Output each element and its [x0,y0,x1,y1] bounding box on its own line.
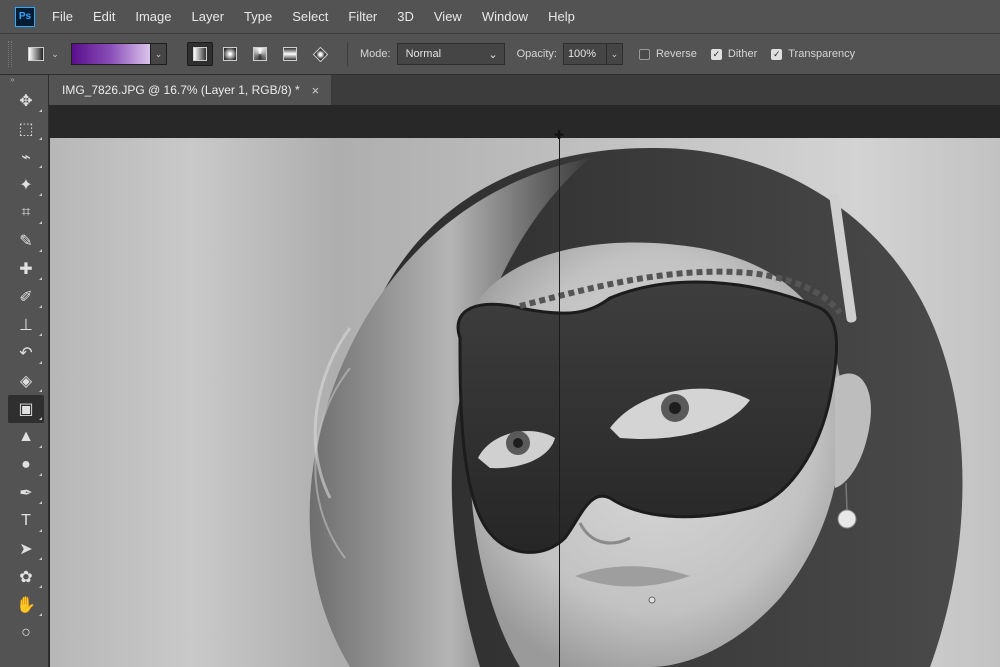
blend-mode-value: Normal [405,48,442,60]
menu-layer[interactable]: Layer [192,9,225,24]
hand-tool-icon: ✋ [16,597,36,614]
marquee-tool-icon: ⬚ [18,121,34,138]
photoshop-logo-icon: Ps [15,6,35,27]
reflected-gradient-button[interactable] [277,42,303,66]
menu-image[interactable]: Image [135,9,171,24]
shape-tool-icon: ✿ [19,569,33,586]
brush-tool-icon: ✐ [19,289,33,306]
blur-tool[interactable]: ▲ [8,423,44,451]
menu-view[interactable]: View [434,9,462,24]
reflected-gradient-icon [283,47,297,61]
collapse-panel-icon[interactable]: » [0,75,48,87]
radial-gradient-icon [223,47,237,61]
crop-tool[interactable]: ⌗ [8,199,44,227]
menu-select[interactable]: Select [292,9,328,24]
menu-filter[interactable]: Filter [348,9,377,24]
guide-line[interactable] [559,133,560,667]
chevron-down-icon: ⌄ [488,48,498,61]
mode-label: Mode: [360,48,391,60]
diamond-gradient-button[interactable] [307,42,333,66]
transparency-checkbox-box[interactable]: ✓ [771,48,783,60]
gradient-editor-swatch[interactable] [71,43,151,65]
blur-tool-icon: ▲ [18,428,34,445]
menu-type[interactable]: Type [244,9,272,24]
zoom-tool[interactable]: ○ [8,619,44,647]
hand-tool[interactable]: ✋ [8,591,44,619]
type-tool-icon: T [21,512,31,529]
dither-checkbox[interactable]: ✓ Dither [710,48,758,60]
close-icon[interactable]: × [312,83,320,98]
gradient-preset-icon [28,47,44,61]
gradient-picker-dropdown[interactable]: ⌄ [151,43,167,65]
reverse-label: Reverse [655,48,697,60]
crosshair-cursor-icon: ✚ [554,128,565,142]
magic-wand-tool[interactable]: ✦ [8,171,44,199]
transparency-checkbox[interactable]: ✓ Transparency [771,48,855,60]
dodge-tool-icon: ● [21,456,31,473]
divider [347,42,348,66]
eyedropper-tool-icon: ✎ [19,233,33,250]
document-canvas[interactable] [50,138,1000,667]
chevron-down-icon[interactable]: ⌄ [49,49,61,60]
eyedropper-tool[interactable]: ✎ [8,227,44,255]
opacity-label: Opacity: [516,48,557,60]
photo-masquerade-portrait [50,138,1000,667]
lasso-tool-icon: ⌁ [21,149,31,166]
eraser-tool[interactable]: ◈ [8,367,44,395]
diamond-gradient-icon [312,46,328,62]
tools-panel: » ✥ ⬚ ⌁ ✦ ⌗ ✎ ✚ ✐ ⊥ ↶ ◈ ▣ ▲ ● ✒ T ➤ ✿ ✋ … [0,75,49,667]
gradient-type-group [187,42,337,66]
tool-preset-picker[interactable] [26,45,46,63]
document-tab-bar: IMG_7826.JPG @ 16.7% (Layer 1, RGB/8) * … [49,75,1000,105]
gradient-tool-icon: ▣ [18,401,34,418]
angle-gradient-button[interactable] [247,42,273,66]
menu-3d[interactable]: 3D [397,9,414,24]
gradient-tool[interactable]: ▣ [8,395,44,423]
zoom-tool-icon: ○ [21,624,31,641]
lasso-tool[interactable]: ⌁ [8,143,44,171]
history-brush-tool[interactable]: ↶ [8,339,44,367]
pen-tool[interactable]: ✒ [8,479,44,507]
options-bar: ⌄ ⌄ Mode: Normal ⌄ Opacity: 100% ⌄ Rever… [0,33,1000,75]
shape-tool[interactable]: ✿ [8,563,44,591]
healing-brush-tool-icon: ✚ [19,261,33,278]
menu-bar: Ps File Edit Image Layer Type Select Fil… [0,0,1000,33]
menu-edit[interactable]: Edit [93,9,115,24]
radial-gradient-button[interactable] [217,42,243,66]
angle-gradient-icon [253,47,267,61]
type-tool[interactable]: T [8,507,44,535]
dodge-tool[interactable]: ● [8,451,44,479]
menu-help[interactable]: Help [548,9,575,24]
pen-tool-icon: ✒ [19,485,33,502]
blend-mode-select[interactable]: Normal ⌄ [396,43,505,65]
path-selection-tool-icon: ➤ [19,541,33,558]
menu-file[interactable]: File [52,9,73,24]
reverse-checkbox[interactable]: Reverse [638,48,697,60]
dither-label: Dither [727,48,758,60]
document-tab-title: IMG_7826.JPG @ 16.7% (Layer 1, RGB/8) * [62,83,300,97]
path-selection-tool[interactable]: ➤ [8,535,44,563]
healing-brush-tool[interactable]: ✚ [8,255,44,283]
clone-stamp-tool[interactable]: ⊥ [8,311,44,339]
canvas-area[interactable]: ✚ [49,105,1000,667]
linear-gradient-icon [193,47,207,61]
history-brush-tool-icon: ↶ [19,345,33,362]
magic-wand-tool-icon: ✦ [19,177,33,194]
opacity-input[interactable]: 100% [562,43,607,65]
opacity-slider-dropdown[interactable]: ⌄ [606,43,623,65]
clone-stamp-tool-icon: ⊥ [19,317,33,334]
eraser-tool-icon: ◈ [19,373,33,390]
move-tool-icon: ✥ [19,93,33,110]
marquee-tool[interactable]: ⬚ [8,115,44,143]
transparency-label: Transparency [788,48,856,60]
options-bar-grip[interactable] [8,41,12,67]
reverse-checkbox-box[interactable] [638,48,650,60]
crop-tool-icon: ⌗ [21,204,31,221]
dither-checkbox-box[interactable]: ✓ [710,48,722,60]
linear-gradient-button[interactable] [187,42,213,66]
menu-window[interactable]: Window [482,9,528,24]
brush-tool[interactable]: ✐ [8,283,44,311]
document-tab[interactable]: IMG_7826.JPG @ 16.7% (Layer 1, RGB/8) * … [49,75,331,105]
move-tool[interactable]: ✥ [8,87,44,115]
